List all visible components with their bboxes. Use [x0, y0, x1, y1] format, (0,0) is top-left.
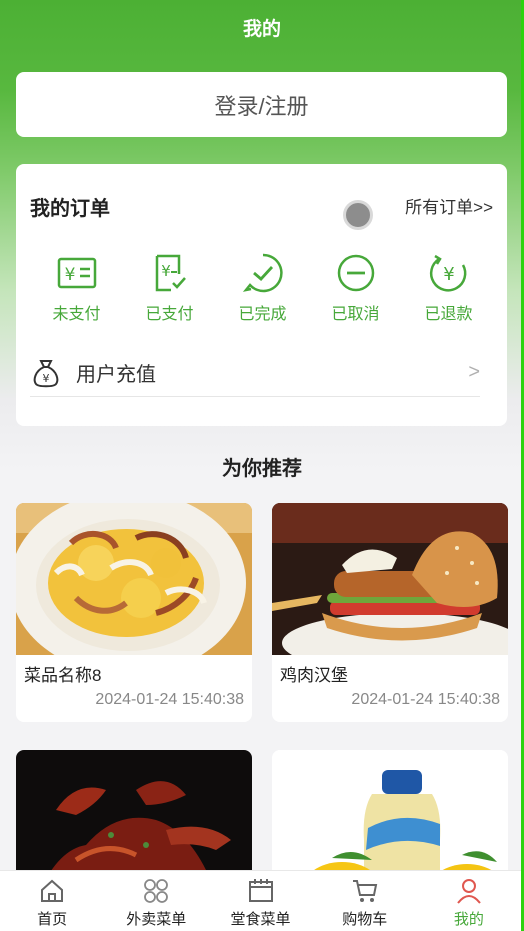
floating-dot	[343, 200, 373, 230]
unpaid-icon: ¥	[57, 257, 96, 289]
recharge-label: 用户充值	[76, 364, 156, 386]
dish-name: 鸡肉汉堡	[280, 666, 348, 685]
cancelled-icon	[337, 254, 374, 292]
order-status-refunded[interactable]: ¥ 已退款	[402, 252, 495, 324]
dish-time: 2024-01-24 15:40:38	[95, 691, 244, 708]
tab-label: 堂食菜单	[230, 911, 291, 928]
tab-dine-in-menu[interactable]: 堂食菜单	[208, 871, 312, 931]
paid-icon: ¥	[155, 254, 186, 292]
status-label: 未支付	[52, 306, 101, 323]
tab-takeout-menu[interactable]: 外卖菜单	[104, 871, 208, 931]
dine-in-menu-icon	[248, 879, 273, 902]
order-status-unpaid[interactable]: ¥ 未支付	[30, 252, 123, 324]
tab-home[interactable]: 首页	[0, 871, 104, 931]
chevron-right-icon: >	[468, 361, 480, 383]
home-icon	[41, 879, 64, 902]
dish-name: 菜品名称8	[24, 666, 102, 685]
page-title: 我的	[242, 19, 281, 40]
orders-title: 我的订单	[30, 198, 110, 220]
order-status-cancelled[interactable]: 已取消	[309, 252, 402, 324]
dish-image	[272, 503, 508, 655]
svg-text:¥: ¥	[64, 265, 75, 285]
cart-icon	[352, 880, 377, 902]
my-orders-card: 我的订单 所有订单>> ¥ 未支付 ¥ 已支付 已完成 已取消 ¥ 已退款 ¥ …	[16, 164, 507, 426]
tab-profile[interactable]: 我的	[417, 871, 521, 931]
user-recharge-row[interactable]: ¥ 用户充值 >	[30, 349, 480, 397]
recommend-card[interactable]: 菜品名称8 2024-01-24 15:40:38	[16, 503, 252, 722]
status-label: 已完成	[238, 306, 287, 323]
svg-text:¥: ¥	[443, 264, 454, 285]
status-label: 已取消	[331, 306, 380, 323]
bottom-tab-bar: 首页 外卖菜单 堂食菜单 购物车 我的	[0, 870, 521, 931]
dish-time: 2024-01-24 15:40:38	[351, 691, 500, 708]
profile-icon	[457, 879, 481, 904]
takeout-menu-icon	[144, 879, 169, 903]
tab-label: 外卖菜单	[126, 911, 187, 928]
completed-icon	[242, 253, 283, 293]
order-status-paid[interactable]: ¥ 已支付	[123, 252, 216, 324]
login-register-button[interactable]: 登录/注册	[16, 72, 507, 137]
svg-text:¥: ¥	[43, 372, 50, 385]
order-status-completed[interactable]: 已完成	[216, 252, 309, 324]
money-bag-icon: ¥	[33, 359, 59, 387]
svg-text:¥: ¥	[161, 262, 171, 280]
tab-cart[interactable]: 购物车	[313, 871, 417, 931]
all-orders-link[interactable]: 所有订单>>	[405, 193, 493, 218]
dish-image	[16, 503, 252, 655]
status-label: 已退款	[424, 306, 473, 323]
recommend-card[interactable]: 鸡肉汉堡 2024-01-24 15:40:38	[272, 503, 508, 722]
recommend-title: 为你推荐	[222, 458, 302, 480]
tab-label: 购物车	[342, 911, 388, 928]
tab-label: 我的	[453, 911, 484, 928]
tab-label: 首页	[37, 911, 68, 928]
order-status-row: ¥ 未支付 ¥ 已支付 已完成 已取消 ¥ 已退款	[16, 252, 507, 324]
refunded-icon: ¥	[429, 254, 466, 292]
status-label: 已支付	[145, 306, 194, 323]
